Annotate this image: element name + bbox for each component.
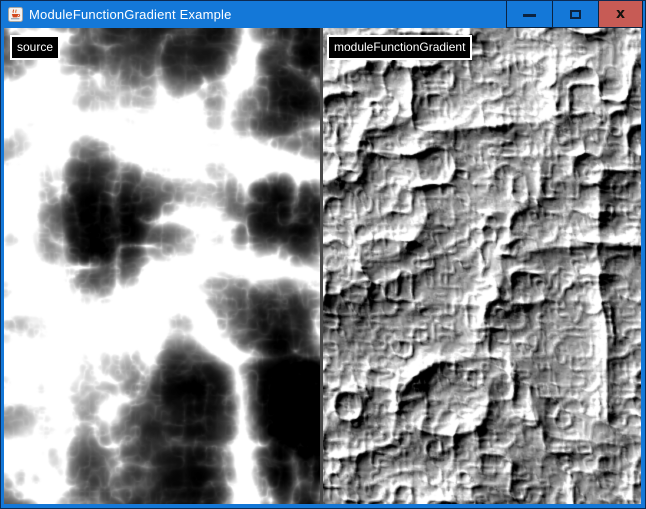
module-function-gradient-panel: moduleFunctionGradient [323, 28, 641, 504]
maximize-button[interactable] [552, 0, 599, 28]
window-title: ModuleFunctionGradient Example [29, 7, 232, 22]
content-area: source moduleFunctionGradient [4, 28, 641, 504]
close-button[interactable]: x [598, 0, 643, 28]
java-coffee-cup-icon [8, 7, 23, 22]
source-label: source [10, 35, 60, 60]
app-window: ModuleFunctionGradient Example x source … [0, 0, 646, 509]
close-icon: x [616, 7, 625, 21]
minimize-icon [523, 14, 536, 17]
window-controls: x [506, 0, 643, 28]
titlebar[interactable]: ModuleFunctionGradient Example x [0, 0, 646, 28]
module-function-gradient-label: moduleFunctionGradient [327, 35, 472, 60]
source-panel: source [4, 28, 320, 504]
module-function-gradient-image [323, 28, 641, 504]
maximize-icon [570, 10, 581, 19]
minimize-button[interactable] [506, 0, 553, 28]
source-image [4, 28, 320, 504]
